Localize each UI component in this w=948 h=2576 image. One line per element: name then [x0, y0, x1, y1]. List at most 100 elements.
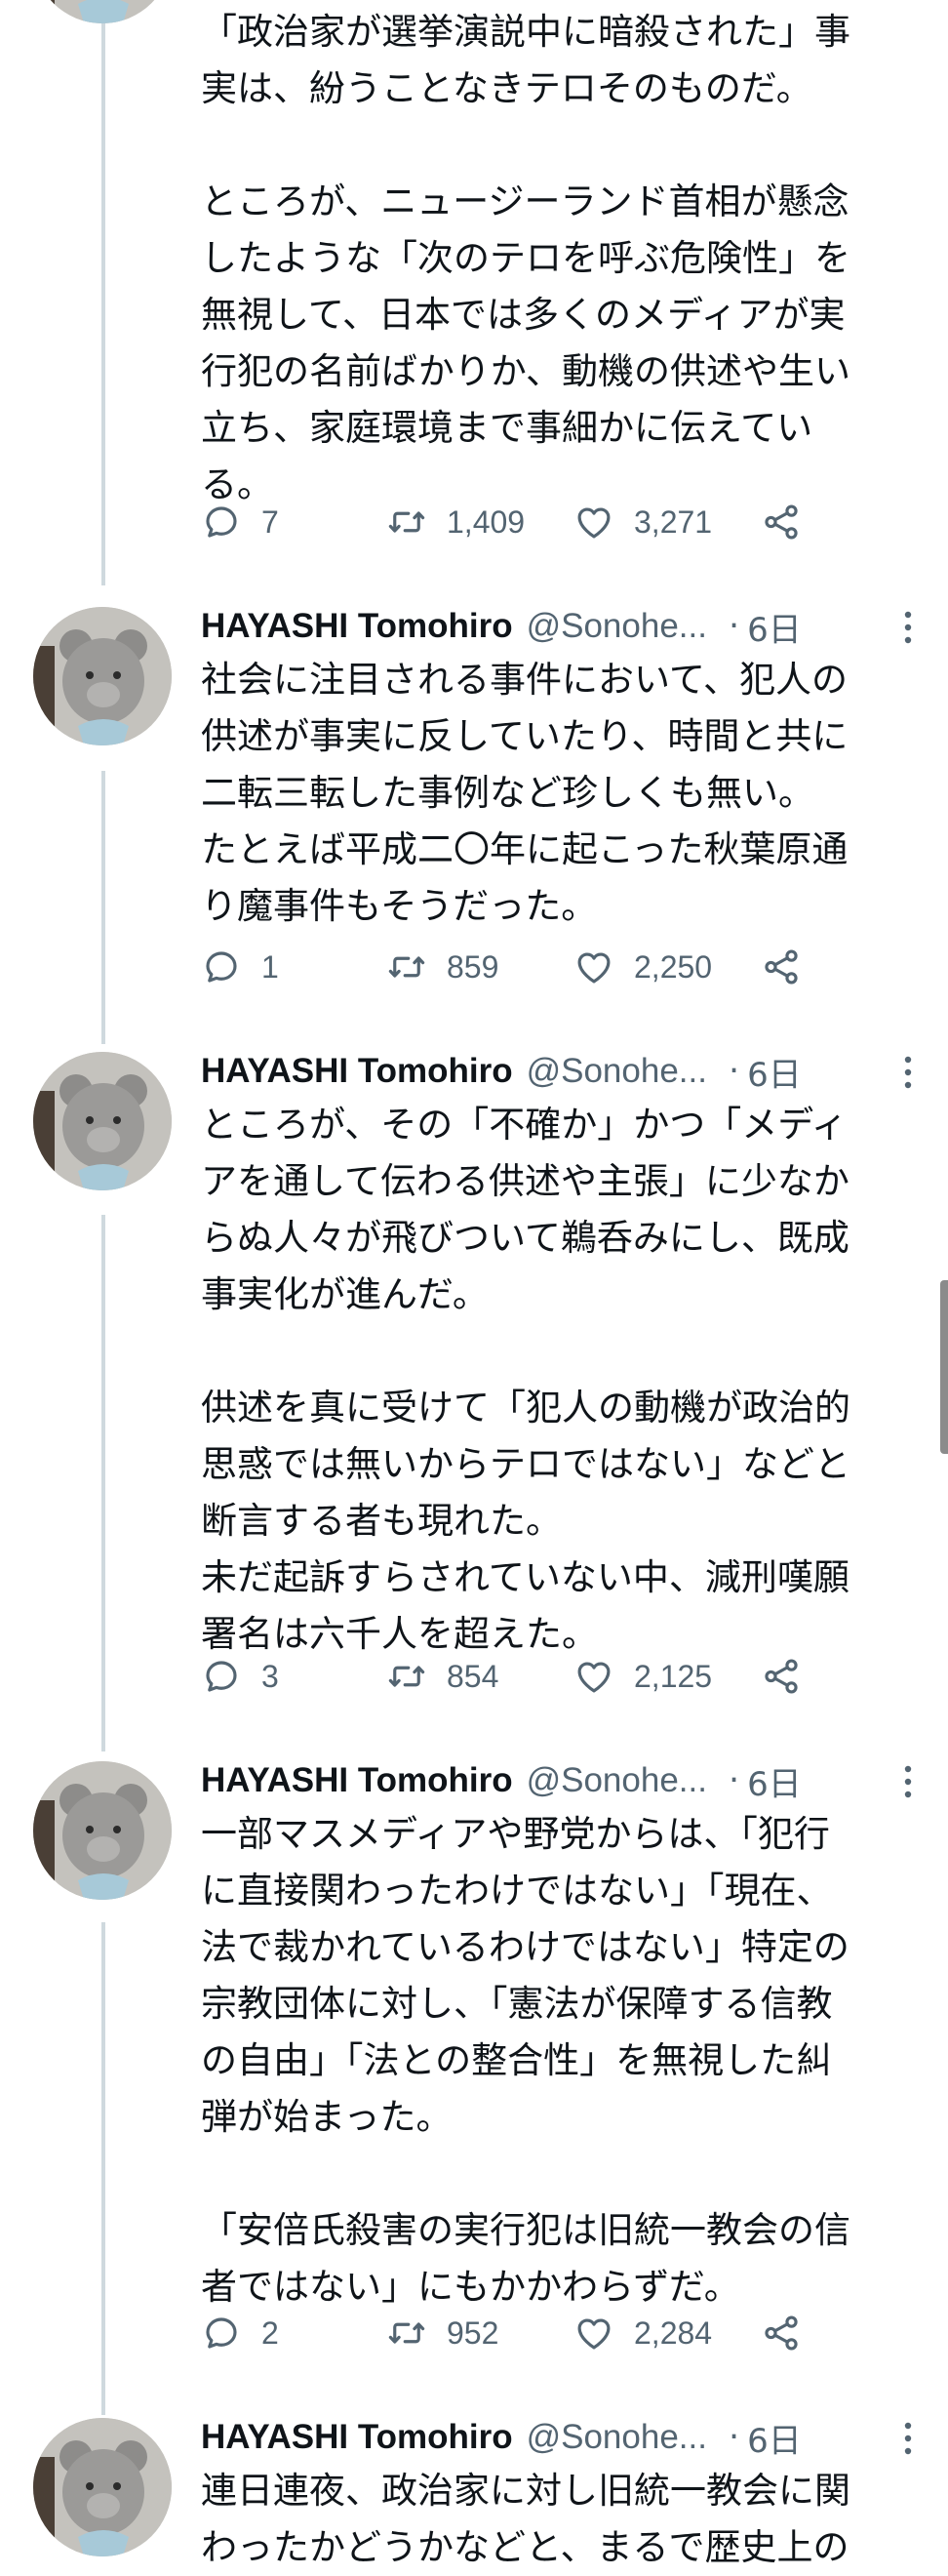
author-handle[interactable]: @Sonohe... — [527, 607, 707, 646]
reply-button[interactable]: 7 — [201, 498, 279, 546]
avatar[interactable] — [33, 607, 172, 745]
author-handle[interactable]: @Sonohe... — [527, 2418, 707, 2457]
tweet-text-line: 一部マスメディアや野党からは、「犯行 — [201, 1813, 830, 1855]
tweet-header: HAYASHI Tomohiro @Sonohe... · 6日 — [201, 1756, 948, 1805]
scrollbar[interactable] — [940, 1280, 948, 1454]
tweet-text-line: ところが、その「不確か」かつ「メディ — [201, 1104, 848, 1146]
tweet-text: ところが、その「不確か」かつ「メディ アを通して伝わる供述や主張」に少なか らぬ… — [201, 1097, 923, 1663]
tweet-text-line: 未だ起訴すらされていない中、減刑嘆願 — [201, 1556, 849, 1598]
like-icon — [577, 952, 611, 984]
more-options-icon[interactable] — [903, 1764, 913, 1799]
tweet-header: HAYASHI Tomohiro @Sonohe... · 6日 — [201, 1047, 948, 1096]
tweet-text-line: に直接関わったわけではない」「現在、 — [201, 1870, 833, 1912]
tweet-text-line: 法で裁かれているわけではない」特定の — [201, 1926, 849, 1968]
like-button[interactable]: 2,250 — [573, 943, 712, 991]
like-button[interactable]: 2,125 — [573, 1652, 712, 1701]
teddy-bear-avatar-icon — [33, 2418, 172, 2556]
reply-button[interactable]: 1 — [201, 943, 279, 991]
tweet-text-line: ところが、ニュージーランド首相が懸念 — [201, 181, 849, 222]
more-options-icon[interactable] — [903, 2421, 913, 2456]
reply-icon — [206, 1661, 237, 1692]
more-options-icon[interactable] — [903, 610, 913, 645]
author-name[interactable]: HAYASHI Tomohiro — [201, 1052, 513, 1091]
author-name[interactable]: HAYASHI Tomohiro — [201, 607, 513, 646]
tweet-text-line: わったかどうかなどと、まるで歴史上の — [201, 2526, 849, 2568]
tweet-actions: 1 859 2,250 — [201, 943, 806, 991]
tweet-text-line: らぬ人々が飛びついて鵜呑みにし、既成 — [201, 1217, 849, 1259]
retweet-button[interactable]: 952 — [386, 2309, 498, 2357]
tweet-text: 一部マスメディアや野党からは、「犯行 に直接関わったわけではない」「現在、 法で… — [201, 1806, 923, 2315]
timestamp[interactable]: 6日 — [747, 603, 802, 651]
avatar[interactable] — [33, 1052, 172, 1190]
share-icon[interactable] — [761, 502, 802, 543]
tweet-text-line: 無視して、日本では多くのメディアが実 — [201, 294, 846, 336]
tweet-actions: 2 952 2,284 — [201, 2309, 806, 2357]
tweet-text-line: 宗教団体に対し、「憲法が保障する信教 — [201, 1983, 833, 2025]
reply-count: 1 — [261, 948, 279, 985]
timestamp[interactable]: 6日 — [747, 2414, 802, 2462]
retweet-button[interactable]: 854 — [386, 1652, 498, 1701]
teddy-bear-avatar-icon — [33, 1052, 172, 1190]
thread-line — [101, 1215, 105, 1751]
like-button[interactable]: 3,271 — [573, 498, 712, 546]
author-handle[interactable]: @Sonohe... — [527, 1761, 707, 1800]
timestamp[interactable]: 6日 — [747, 1048, 802, 1096]
avatar[interactable] — [33, 2418, 172, 2556]
reply-count: 2 — [261, 2314, 279, 2351]
tweet-text-line: 二転三転した事例など珍しくも無い。 — [201, 772, 814, 814]
like-icon — [577, 2318, 611, 2350]
tweet-text-line: 弾が始まった。 — [201, 2096, 453, 2138]
share-icon[interactable] — [761, 2313, 802, 2354]
reply-button[interactable]: 3 — [201, 1652, 279, 1701]
author-handle[interactable]: @Sonohe... — [527, 1052, 707, 1091]
tweet-text-line: の自由」「法との整合性」を無視した糾 — [201, 2039, 833, 2081]
tweet-text-line: したような「次のテロを呼ぶ危険性」を — [201, 237, 850, 279]
retweet-count: 859 — [447, 948, 499, 985]
retweet-icon — [388, 511, 425, 533]
retweet-icon — [388, 956, 425, 978]
teddy-bear-avatar-icon — [33, 0, 172, 23]
like-count: 2,125 — [634, 1658, 713, 1694]
tweet-text-line: 行犯の名前ばかりか、動機の供述や生い — [201, 350, 850, 392]
avatar[interactable] — [33, 1761, 172, 1900]
retweet-button[interactable]: 859 — [386, 943, 498, 991]
separator-dot: · — [728, 2418, 740, 2457]
like-button[interactable]: 2,284 — [573, 2309, 712, 2357]
retweet-icon — [388, 1666, 425, 1687]
tweet-text-line: 「安倍氏殺害の実行犯は旧統一教会の信 — [201, 2209, 850, 2251]
like-count: 3,271 — [634, 503, 713, 540]
tweet-text: 連日連夜、政治家に対し旧統一教会に関 わったかどうかなどと、まるで歴史上の — [201, 2463, 923, 2576]
reply-button[interactable]: 2 — [201, 2309, 279, 2357]
reply-icon — [206, 2317, 237, 2349]
author-name[interactable]: HAYASHI Tomohiro — [201, 1761, 513, 1800]
teddy-bear-avatar-icon — [33, 1761, 172, 1900]
tweet-actions: 7 1,409 3,271 — [201, 498, 806, 546]
tweet-text-line: 連日連夜、政治家に対し旧統一教会に関 — [201, 2470, 850, 2512]
tweet-text-line: 供述を真に受けて「犯人の動機が政治的 — [201, 1387, 850, 1429]
separator-dot: · — [728, 1761, 740, 1800]
reply-count: 3 — [261, 1658, 279, 1694]
retweet-button[interactable]: 1,409 — [386, 498, 525, 546]
timestamp[interactable]: 6日 — [747, 1757, 802, 1805]
tweet-actions: 3 854 2,125 — [201, 1652, 806, 1701]
tweet-header: HAYASHI Tomohiro @Sonohe... · 6日 — [201, 2413, 948, 2462]
share-icon[interactable] — [761, 1656, 802, 1697]
avatar[interactable] — [33, 0, 172, 23]
retweet-count: 854 — [447, 1658, 499, 1694]
separator-dot: · — [728, 607, 740, 646]
tweet-text-line: 立ち、家庭環境まで事細かに伝えてい — [201, 407, 813, 449]
thread-line — [101, 1922, 105, 2415]
author-name[interactable]: HAYASHI Tomohiro — [201, 2418, 513, 2457]
tweet-text: 社会に注目される事件において、犯人の 供述が事実に反していたり、時間と共に 二転… — [201, 652, 923, 935]
share-icon[interactable] — [761, 946, 802, 987]
tweet-text-line: 断言する者も現れた。 — [201, 1500, 562, 1542]
tweet-text-line: 「政治家が選挙演説中に暗殺された」事 — [201, 11, 850, 53]
retweet-count: 1,409 — [447, 503, 526, 540]
more-options-icon[interactable] — [903, 1055, 913, 1090]
like-count: 2,250 — [634, 948, 713, 985]
thread-line — [101, 0, 105, 585]
retweet-icon — [388, 2322, 425, 2344]
